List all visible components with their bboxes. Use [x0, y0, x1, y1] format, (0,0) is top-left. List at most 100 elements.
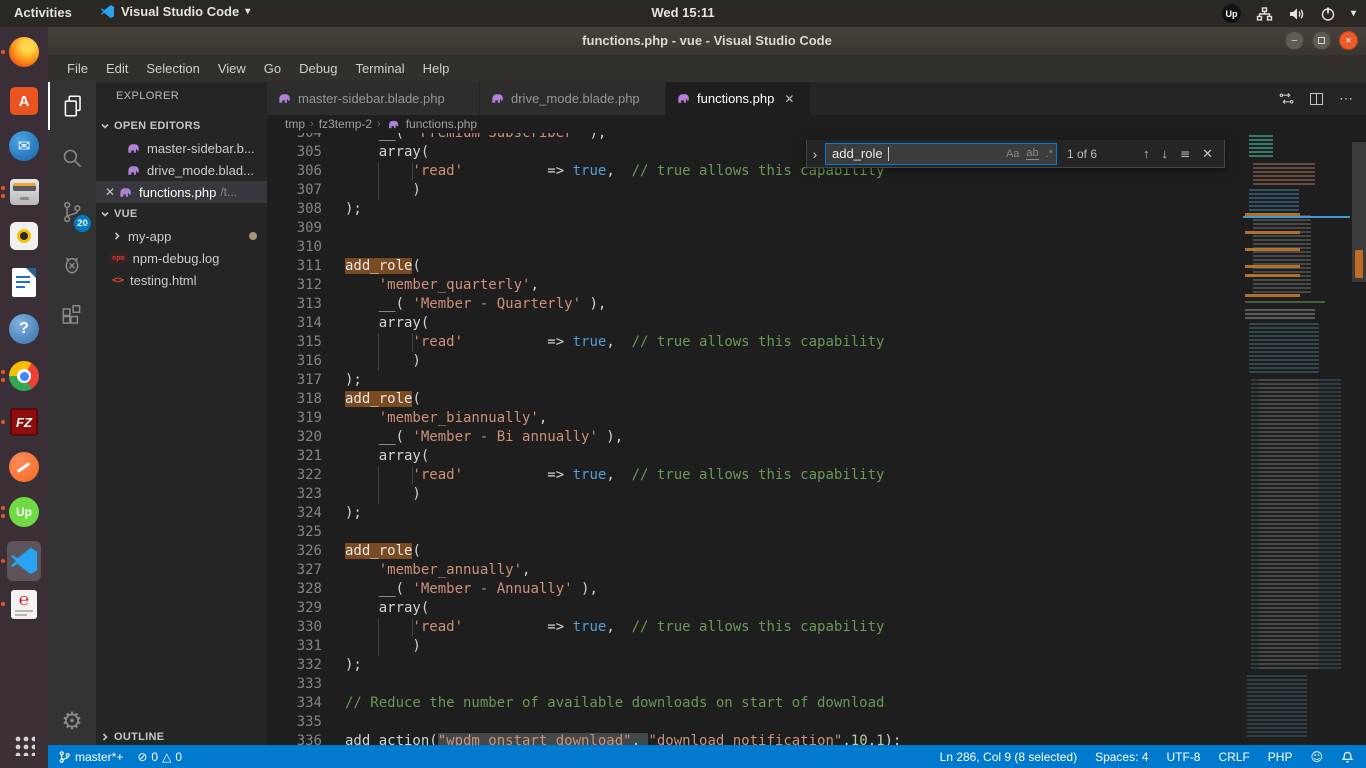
tree-item-testing-html[interactable]: <> testing.html	[96, 269, 267, 291]
code-line-313[interactable]: 313 __( 'Member - Quarterly' ),	[267, 295, 1243, 314]
code-line-319[interactable]: 319 'member_biannually',	[267, 409, 1243, 428]
menu-debug[interactable]: Debug	[290, 57, 346, 80]
menu-view[interactable]: View	[209, 57, 255, 80]
close-icon[interactable]: ✕	[102, 185, 118, 199]
code-line-312[interactable]: 312 'member_quarterly',	[267, 276, 1243, 295]
dock-firefox[interactable]	[0, 29, 48, 75]
dock-postman[interactable]	[0, 444, 48, 490]
code-line-309[interactable]: 309	[267, 219, 1243, 238]
indentation-item[interactable]: Spaces: 4	[1095, 750, 1148, 764]
code-line-314[interactable]: 314 array(	[267, 314, 1243, 333]
breadcrumb-item[interactable]: fz3temp-2	[319, 117, 372, 131]
dock-file-manager[interactable]	[0, 169, 48, 215]
code-line-323[interactable]: 323 )	[267, 485, 1243, 504]
open-editor-item[interactable]: master-sidebar.b...	[96, 137, 267, 159]
open-changes-icon[interactable]	[1279, 91, 1294, 106]
code-line-315[interactable]: 315 'read' => true, // true allows this …	[267, 333, 1243, 352]
whole-word-icon[interactable]: ab	[1026, 147, 1038, 160]
menu-go[interactable]: Go	[255, 57, 290, 80]
dock-show-applications[interactable]	[0, 722, 48, 768]
minimap[interactable]	[1243, 127, 1352, 745]
language-mode-item[interactable]: PHP	[1268, 750, 1293, 764]
toggle-replace-chevron-icon[interactable]: ›	[807, 146, 823, 162]
cursor-position-item[interactable]: Ln 286, Col 9 (8 selected)	[940, 750, 1077, 764]
code-line-311[interactable]: 311add_role(	[267, 257, 1243, 276]
menu-edit[interactable]: Edit	[97, 57, 137, 80]
find-in-selection-icon[interactable]: ≡	[1180, 147, 1190, 161]
more-actions-icon[interactable]: ⋯	[1339, 90, 1354, 107]
code-line-307[interactable]: 307 )	[267, 181, 1243, 200]
next-match-icon[interactable]: ↓	[1162, 146, 1169, 161]
tree-item-my-app[interactable]: my-app	[96, 225, 267, 247]
power-icon[interactable]	[1320, 6, 1336, 22]
close-tab-icon[interactable]: ✕	[784, 92, 794, 106]
tab-functions.php[interactable]: functions.php✕	[666, 82, 811, 115]
activitybar-explorer[interactable]	[48, 82, 96, 130]
code-line-317[interactable]: 317);	[267, 371, 1243, 390]
breadcrumb-item[interactable]: functions.php	[406, 117, 477, 131]
window-titlebar[interactable]: functions.php - vue - Visual Studio Code…	[48, 27, 1366, 55]
code-line-332[interactable]: 332);	[267, 656, 1243, 675]
feedback-smiley-icon[interactable]: ☺	[1310, 750, 1323, 764]
code-line-318[interactable]: 318add_role(	[267, 390, 1243, 409]
code-line-310[interactable]: 310	[267, 238, 1243, 257]
encoding-item[interactable]: UTF-8	[1166, 750, 1200, 764]
code-line-324[interactable]: 324);	[267, 504, 1243, 523]
code-line-327[interactable]: 327 'member_annually',	[267, 561, 1243, 580]
dock-filezilla[interactable]: FZ	[0, 399, 48, 445]
code-line-325[interactable]: 325	[267, 523, 1243, 542]
dock-chrome[interactable]	[0, 353, 48, 399]
match-case-icon[interactable]: Aa	[1006, 148, 1019, 160]
code-line-320[interactable]: 320 __( 'Member - Bi annually' ),	[267, 428, 1243, 447]
upwork-tray-icon[interactable]: Up	[1222, 4, 1241, 23]
code-line-328[interactable]: 328 __( 'Member - Annually' ),	[267, 580, 1243, 599]
maximize-button[interactable]	[1312, 31, 1331, 50]
activitybar-search[interactable]	[48, 134, 96, 182]
clock[interactable]: Wed 15:11	[0, 5, 1366, 20]
menu-help[interactable]: Help	[414, 57, 459, 80]
code-line-329[interactable]: 329 array(	[267, 599, 1243, 618]
code-line-316[interactable]: 316 )	[267, 352, 1243, 371]
dock-media-player[interactable]	[0, 213, 48, 259]
minimize-button[interactable]: −	[1285, 31, 1304, 50]
dock-libreoffice-writer[interactable]	[0, 259, 48, 305]
open-editors-header[interactable]: OPEN EDITORS	[96, 115, 267, 137]
dock-ubuntu-software[interactable]: A	[0, 78, 48, 124]
menu-terminal[interactable]: Terminal	[346, 57, 413, 80]
workspace-header[interactable]: VUE	[96, 203, 267, 225]
eol-item[interactable]: CRLF	[1218, 750, 1249, 764]
activitybar-extensions[interactable]	[48, 292, 96, 340]
tab-master-sidebar.blade.php[interactable]: master-sidebar.blade.php	[267, 82, 480, 115]
dock-document-viewer[interactable]: ℮	[0, 581, 48, 627]
previous-match-icon[interactable]: ↑	[1143, 146, 1150, 161]
split-editor-icon[interactable]	[1310, 93, 1323, 105]
tree-item-npm-debug[interactable]: npm npm-debug.log	[96, 247, 267, 269]
close-find-icon[interactable]: ✕	[1202, 146, 1213, 162]
code-line-330[interactable]: 330 'read' => true, // true allows this …	[267, 618, 1243, 637]
menu-selection[interactable]: Selection	[137, 57, 208, 80]
tab-drive_mode.blade.php[interactable]: drive_mode.blade.php	[480, 82, 666, 115]
menu-file[interactable]: File	[58, 57, 97, 80]
regex-icon[interactable]: .*	[1046, 148, 1053, 160]
close-button[interactable]: ×	[1339, 31, 1358, 50]
code-line-326[interactable]: 326add_role(	[267, 542, 1243, 561]
network-icon[interactable]	[1256, 6, 1273, 22]
dock-vscode[interactable]	[0, 538, 48, 584]
breadcrumb[interactable]: tmp › fz3temp-2 › functions.php	[267, 115, 1366, 133]
code-line-334[interactable]: 334// Reduce the number of available dow…	[267, 694, 1243, 713]
open-editor-item-active[interactable]: ✕ functions.php /t...	[96, 181, 267, 203]
problems-item[interactable]: ⊘ 0 △ 0	[137, 750, 182, 764]
vertical-scrollbar[interactable]	[1352, 127, 1366, 745]
tray-chevron-icon[interactable]: ▾	[1351, 8, 1356, 19]
code-line-308[interactable]: 308);	[267, 200, 1243, 219]
git-branch-item[interactable]: master*+	[58, 750, 123, 764]
dock-thunderbird[interactable]: ✉	[0, 123, 48, 169]
code-line-335[interactable]: 335	[267, 713, 1243, 732]
code-line-333[interactable]: 333	[267, 675, 1243, 694]
volume-icon[interactable]	[1288, 6, 1305, 22]
activitybar-source-control[interactable]: 20	[48, 188, 96, 236]
open-editor-item[interactable]: drive_mode.blad...	[96, 159, 267, 181]
breadcrumb-item[interactable]: tmp	[285, 117, 305, 131]
dock-upwork[interactable]: Up	[0, 489, 48, 535]
notifications-bell-icon[interactable]	[1341, 750, 1354, 764]
